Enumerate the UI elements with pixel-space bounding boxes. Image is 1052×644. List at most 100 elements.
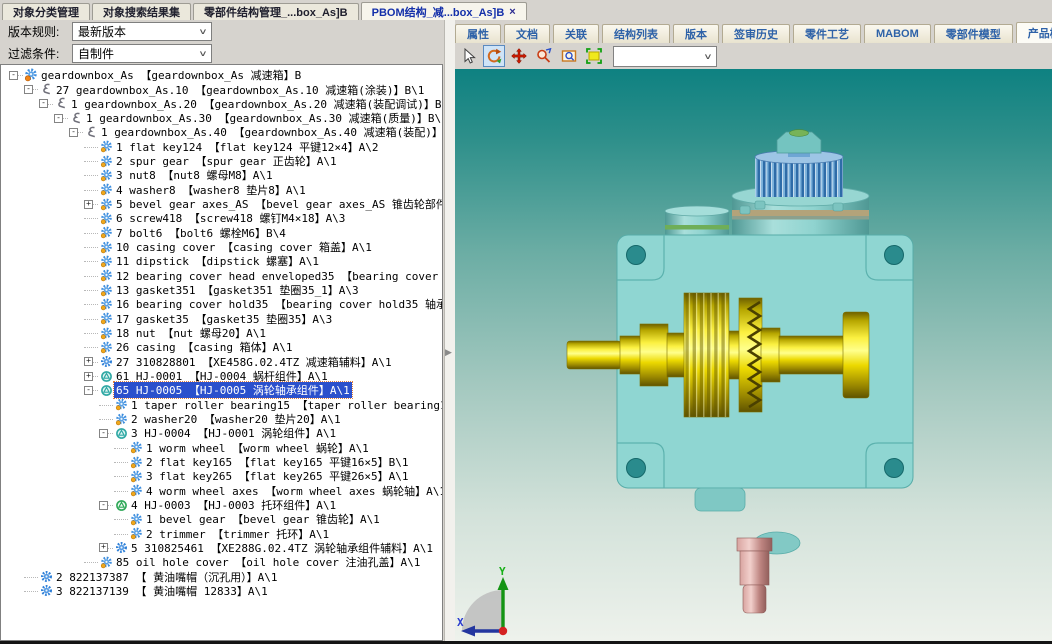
tree-row[interactable]: +5 310825461 【XE288G.02.4TZ 涡轮轴承组件辅料】A\1 — [1, 541, 442, 555]
tree-row[interactable]: 12 bearing cover head enveloped35 【beari… — [1, 269, 442, 283]
structure-tree[interactable]: -geardownbox_As 【geardownbox_As 减速箱】B-27… — [0, 64, 443, 641]
expand-box-icon[interactable]: + — [84, 357, 93, 366]
document-tab-label: 零部件结构管理_...box_As]B — [204, 4, 348, 20]
tree-row[interactable]: 6 screw418 【screw418 螺钉M4×18】A\3 — [1, 211, 442, 225]
close-tab-icon[interactable]: × — [509, 7, 515, 17]
document-tab[interactable]: 对象分类管理 — [2, 3, 90, 20]
collapse-box-icon[interactable]: - — [84, 386, 93, 395]
detail-tab[interactable]: 属性 — [455, 24, 501, 43]
expand-box-icon[interactable]: + — [84, 372, 93, 381]
document-tab-bar: 对象分类管理对象搜索结果集零部件结构管理_...box_As]B PBOM结构_减… — [0, 0, 1052, 20]
tree-row[interactable]: 13 gasket351 【gasket351 垫圈35_1】A\3 — [1, 283, 442, 297]
tree-row[interactable]: -4 HJ-0003 【HJ-0003 托环组件】A\1 — [1, 498, 442, 512]
material-gear-icon — [115, 541, 128, 554]
rotate-button[interactable] — [483, 45, 505, 67]
pan-button[interactable] — [508, 45, 530, 67]
version-rule-label: 版本规则: — [8, 23, 64, 40]
part-gear-icon — [130, 456, 143, 469]
tree-row[interactable]: 1 flat key124 【flat key124 平键12×4】A\2 — [1, 140, 442, 154]
tree-expander-slot: - — [99, 501, 113, 510]
document-tab[interactable]: 零部件结构管理_...box_As]B — [193, 3, 359, 20]
tree-indent — [1, 118, 54, 119]
detail-tab[interactable]: 零件工艺 — [793, 24, 861, 43]
splitter-collapse-icon[interactable]: ▶ — [445, 348, 452, 357]
collapse-box-icon[interactable]: - — [9, 71, 18, 80]
tree-row[interactable]: 16 bearing cover hold35 【bearing cover h… — [1, 297, 442, 311]
tree-expander-slot: - — [9, 71, 23, 80]
tree-row[interactable]: 2 washer20 【washer20 垫片20】A\1 — [1, 412, 442, 426]
detail-tab[interactable]: 结构列表 — [602, 24, 670, 43]
tree-row[interactable]: 2 trimmer 【trimmer 托环】A\1 — [1, 527, 442, 541]
tree-indent — [1, 146, 84, 147]
view-preset-select[interactable]: ∨ — [613, 46, 717, 67]
document-tab[interactable]: 对象搜索结果集 — [92, 3, 191, 20]
tree-row[interactable]: -1 geardownbox_As.40 【geardownbox_As.40 … — [1, 125, 442, 139]
tree-row[interactable]: 2 flat key165 【flat key165 平键16×5】B\1 — [1, 455, 442, 469]
detail-tab[interactable]: MABOM — [864, 24, 931, 43]
chevron-down-icon: ∨ — [198, 27, 207, 36]
tree-row[interactable]: +27 310828801 【XE458G.02.4TZ 减速箱辅料】A\1 — [1, 355, 442, 369]
tree-indent — [1, 462, 114, 463]
detail-tab-label: 零件工艺 — [805, 26, 849, 42]
detail-tab[interactable]: 版本 — [673, 24, 719, 43]
tree-row[interactable]: -1 geardownbox_As.30 【geardownbox_As.30 … — [1, 111, 442, 125]
tree-row[interactable]: 10 casing cover 【casing cover 箱盖】A\1 — [1, 240, 442, 254]
tree-row[interactable]: 11 dipstick 【dipstick 螺塞】A\1 — [1, 254, 442, 268]
tree-row[interactable]: -27 geardownbox_As.10 【geardownbox_As.10… — [1, 82, 442, 96]
panel-splitter[interactable]: ▶ — [444, 20, 455, 641]
tree-row[interactable]: 1 bevel gear 【bevel gear 锥齿轮】A\1 — [1, 512, 442, 526]
tree-row[interactable]: -1 geardownbox_As.20 【geardownbox_As.20 … — [1, 97, 442, 111]
zoom-fit-button[interactable] — [583, 45, 605, 67]
collapse-box-icon[interactable]: - — [69, 128, 78, 137]
3d-viewport[interactable]: Y X — [455, 69, 1052, 641]
detail-tab[interactable]: 签审历史 — [722, 24, 790, 43]
tree-row[interactable]: 26 casing 【casing 箱体】A\1 — [1, 340, 442, 354]
collapse-box-icon[interactable]: - — [54, 114, 63, 123]
material-gear-icon — [100, 355, 113, 368]
select-cursor-icon — [461, 48, 477, 64]
collapse-box-icon[interactable]: - — [99, 429, 108, 438]
version-rule-select[interactable]: 最新版本 ∨ — [72, 22, 212, 41]
expand-box-icon[interactable]: + — [84, 200, 93, 209]
collapse-box-icon[interactable]: - — [24, 85, 33, 94]
tree-indent — [1, 533, 114, 534]
tree-row[interactable]: 4 worm wheel axes 【worm wheel axes 蜗轮轴】A… — [1, 484, 442, 498]
tree-row[interactable]: 1 worm wheel 【worm wheel 蜗轮】A\1 — [1, 441, 442, 455]
zoom-dynamic-button[interactable] — [533, 45, 555, 67]
detail-tab[interactable]: 零部件模型 — [934, 24, 1013, 43]
tree-row[interactable]: +5 bevel gear axes_AS 【bevel gear axes_A… — [1, 197, 442, 211]
tree-row[interactable]: 2 822137387 【 黄油嘴帽（沉孔用）】A\1 — [1, 569, 442, 583]
tree-row[interactable]: 17 gasket35 【gasket35 垫圈35】A\3 — [1, 312, 442, 326]
select-cursor-button[interactable] — [458, 45, 480, 67]
zoom-window-button[interactable] — [558, 45, 580, 67]
collapse-box-icon[interactable]: - — [99, 501, 108, 510]
tree-row[interactable]: 18 nut 【nut 螺母20】A\1 — [1, 326, 442, 340]
tree-row[interactable]: 3 nut8 【nut8 螺母M8】A\1 — [1, 168, 442, 182]
detail-tab[interactable]: 关联 — [553, 24, 599, 43]
filter-condition-select[interactable]: 自制件 ∨ — [72, 44, 212, 63]
tree-row[interactable]: 1 taper roller bearing15 【taper roller b… — [1, 398, 442, 412]
detail-tab[interactable]: 产品模型 — [1016, 22, 1052, 43]
detail-tab[interactable]: 文档 — [504, 24, 550, 43]
filter-panel: 版本规则: 最新版本 ∨ 过滤条件: 自制件 ∨ — [0, 20, 444, 64]
part-gear-icon — [130, 527, 143, 540]
tree-row[interactable]: 85 oil hole cover 【oil hole cover 注油孔盖】A… — [1, 555, 442, 569]
collapse-box-icon[interactable]: - — [39, 99, 48, 108]
tree-row[interactable]: 3 822137139 【 黄油嘴帽 12833】A\1 — [1, 584, 442, 598]
tree-row[interactable]: 3 flat key265 【flat key265 平键26×5】A\1 — [1, 469, 442, 483]
gearbox-3d-render[interactable]: Y X — [455, 69, 1052, 641]
tree-row[interactable]: 7 bolt6 【bolt6 螺栓M6】B\4 — [1, 226, 442, 240]
tree-row[interactable]: 4 washer8 【washer8 垫片8】A\1 — [1, 183, 442, 197]
tree-row[interactable]: -65 HJ-0005 【HJ-0005 涡轮轴承组件】A\1 — [1, 383, 442, 397]
tree-row[interactable]: -geardownbox_As 【geardownbox_As 减速箱】B — [1, 68, 442, 82]
document-tab[interactable]: PBOM结构_减...box_As]B× — [361, 2, 527, 20]
tree-indent — [1, 433, 99, 434]
tree-row[interactable]: -3 HJ-0004 【HJ-0001 涡轮组件】A\1 — [1, 426, 442, 440]
tree-row[interactable]: 2 spur gear 【spur gear 正齿轮】A\1 — [1, 154, 442, 168]
tree-row[interactable]: +61 HJ-0001 【HJ-0004 蜗杆组件】A\1 — [1, 369, 442, 383]
tree-indent — [1, 304, 84, 305]
root-part-gear-icon — [24, 68, 38, 82]
expand-box-icon[interactable]: + — [99, 543, 108, 552]
part-gear-icon — [100, 140, 113, 153]
tree-item-label[interactable]: 3 822137139 【 黄油嘴帽 12833】A\1 — [54, 583, 270, 599]
